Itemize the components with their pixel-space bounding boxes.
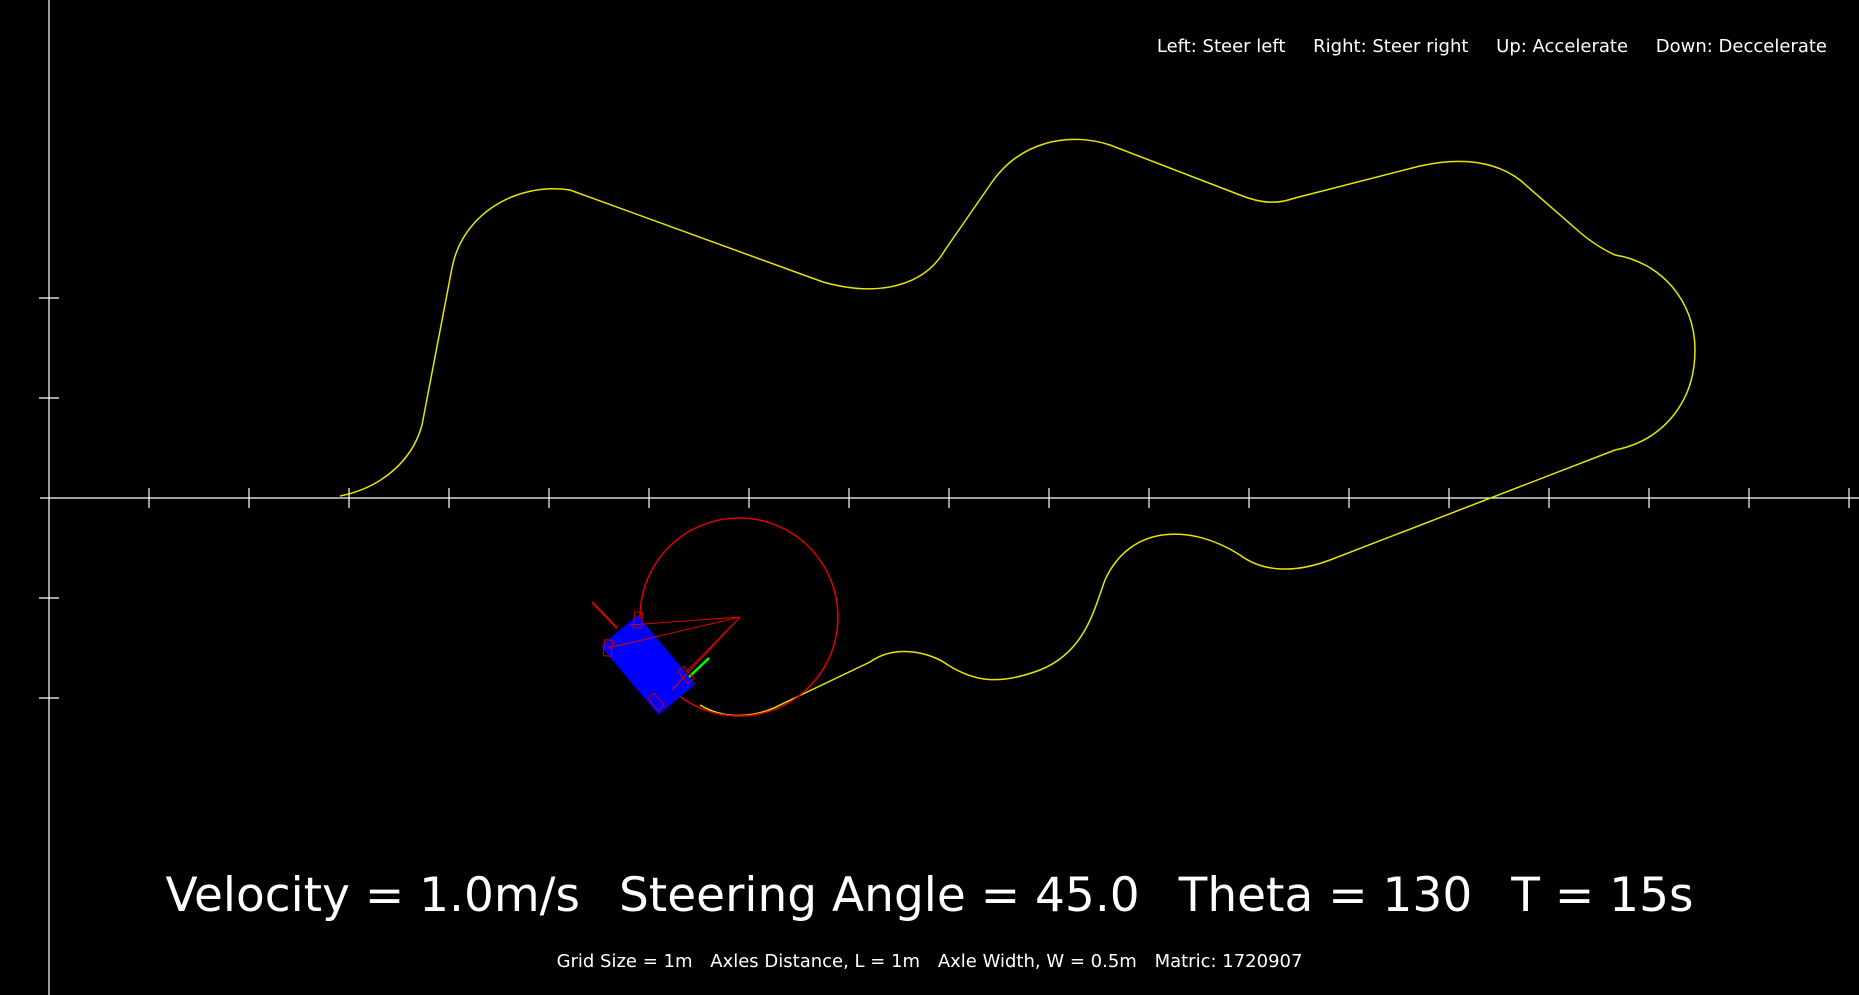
coordinate-axes [39,0,1859,995]
control-left: Left: Steer left [1156,36,1286,57]
parameters-line: Grid Size = 1m Axles Distance, L = 1m Ax… [0,951,1859,972]
controls-help: Left: Steer left Right: Steer right Up: … [1135,36,1827,57]
theta-readout: Theta = 130 [1178,868,1473,923]
control-down: Down: Deccelerate [1655,36,1827,57]
status-readout: Velocity = 1.0m/s Steering Angle = 45.0 … [0,868,1859,923]
car [591,601,741,715]
axles-distance: Axles Distance, L = 1m [710,951,921,972]
grid-size: Grid Size = 1m [556,951,693,972]
velocity-readout: Velocity = 1.0m/s [165,868,581,923]
front-wheel-direction-line [591,601,618,629]
axle-width: Axle Width, W = 0.5m [937,951,1137,972]
control-right: Right: Steer right [1313,36,1469,57]
steering-angle-readout: Steering Angle = 45.0 [618,868,1140,923]
time-readout: T = 15s [1511,868,1694,923]
simulation-canvas [39,0,1859,995]
matric-number: Matric: 1720907 [1154,951,1303,972]
car-body [600,615,696,715]
radius-line-rear-2 [685,616,741,673]
track-path [339,138,1696,717]
control-up: Up: Accelerate [1496,36,1629,57]
